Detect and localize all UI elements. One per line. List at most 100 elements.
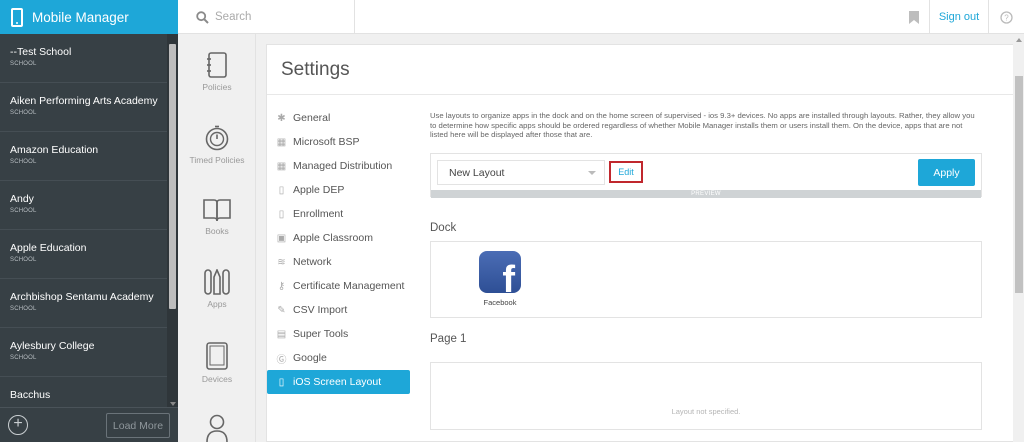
school-sidebar: --Test School SCHOOL Aiken Performing Ar… <box>0 34 178 442</box>
school-item[interactable]: Andy SCHOOL <box>0 181 167 230</box>
layout-description: Use layouts to organize apps in the dock… <box>430 111 975 139</box>
title-divider <box>267 94 1018 95</box>
school-type: SCHOOL <box>10 208 37 214</box>
scroll-up-arrow-icon[interactable] <box>1016 38 1022 42</box>
google-icon: Ⓖ <box>276 354 287 366</box>
section-nav: Policies Timed Policies Books Apps Devic… <box>178 34 256 442</box>
tablet-icon: ▯ <box>278 376 285 388</box>
menu-item-csv-import[interactable]: ✎ CSV Import <box>267 298 410 322</box>
apps-icon <box>204 269 230 295</box>
sidebar-scroll-thumb[interactable] <box>169 44 176 309</box>
school-name: Andy <box>10 193 34 205</box>
menu-item-label: Super Tools <box>293 328 349 340</box>
edit-layout-button[interactable]: Edit <box>609 161 643 183</box>
dock-app[interactable]: f Facebook <box>478 251 522 307</box>
page-scroll-thumb[interactable] <box>1015 76 1023 293</box>
layout-toolbar: New Layout Edit Apply PREVIEW <box>430 153 982 198</box>
nav-apps[interactable]: Apps <box>178 269 256 309</box>
menu-item-managed-distribution[interactable]: ▦ Managed Distribution <box>267 154 410 178</box>
page-title: Settings <box>281 59 350 80</box>
nav-label: Apps <box>207 299 227 309</box>
menu-item-label: CSV Import <box>293 304 348 316</box>
sign-out-link[interactable]: Sign out <box>930 0 989 34</box>
grid-icon: ▦ <box>276 160 287 172</box>
menu-item-certificate-management[interactable]: ⚷ Certificate Management <box>267 274 410 298</box>
menu-item-google[interactable]: Ⓖ Google <box>267 346 410 370</box>
nav-policies[interactable]: Policies <box>178 52 256 92</box>
school-item[interactable]: --Test School SCHOOL <box>0 34 167 83</box>
apply-button[interactable]: Apply <box>918 159 975 186</box>
menu-item-label: Microsoft BSP <box>293 136 360 148</box>
school-item[interactable]: Aiken Performing Arts Academy SCHOOL <box>0 83 167 132</box>
bookmark-button[interactable] <box>898 0 930 34</box>
school-item[interactable]: Aylesbury College SCHOOL <box>0 328 167 377</box>
add-school-button[interactable]: + <box>8 415 28 435</box>
menu-item-label: General <box>293 112 331 124</box>
school-type: SCHOOL <box>10 355 37 361</box>
menu-item-label: Apple Classroom <box>293 232 373 244</box>
school-type: SCHOOL <box>10 61 37 67</box>
school-type: SCHOOL <box>10 257 37 263</box>
menu-item-apple-classroom[interactable]: ▣ Apple Classroom <box>267 226 410 250</box>
page-scrollbar[interactable] <box>1013 34 1024 442</box>
menu-item-super-tools[interactable]: ▤ Super Tools <box>267 322 410 346</box>
scroll-down-arrow-icon[interactable] <box>170 402 176 406</box>
nav-books[interactable]: Books <box>178 198 256 236</box>
chevron-down-icon <box>588 171 596 175</box>
dock-title: Dock <box>430 222 457 234</box>
facebook-icon: f <box>479 251 521 293</box>
search-input[interactable]: Search <box>215 11 251 23</box>
svg-text:?: ? <box>1004 13 1009 22</box>
menu-item-label: Enrollment <box>293 208 344 220</box>
nav-timed-policies[interactable]: Timed Policies <box>178 125 256 165</box>
menu-item-enrollment[interactable]: ▯ Enrollment <box>267 202 410 226</box>
user-icon <box>206 414 228 442</box>
school-list: --Test School SCHOOL Aiken Performing Ar… <box>0 34 178 426</box>
settings-menu: ✱ General ▦ Microsoft BSP ▦ Managed Dist… <box>267 106 410 394</box>
layout-select[interactable]: New Layout <box>437 160 605 185</box>
nav-users[interactable] <box>178 414 256 442</box>
menu-item-microsoft-bsp[interactable]: ▦ Microsoft BSP <box>267 130 410 154</box>
search-icon <box>196 10 209 24</box>
menu-item-network[interactable]: ≋ Network <box>267 250 410 274</box>
sidebar-footer: + Load More <box>0 407 178 442</box>
preview-bar: PREVIEW <box>431 190 981 198</box>
school-item[interactable]: Amazon Education SCHOOL <box>0 132 167 181</box>
page-1-title: Page 1 <box>430 333 467 345</box>
menu-item-label: Apple DEP <box>293 184 345 196</box>
notebook-icon <box>207 52 227 78</box>
menu-item-ios-screen-layout[interactable]: ▯ iOS Screen Layout <box>267 370 410 394</box>
school-type: SCHOOL <box>10 306 37 312</box>
menu-item-label: Certificate Management <box>293 280 405 292</box>
dock-area: f Facebook <box>430 241 982 318</box>
school-type: SCHOOL <box>10 110 37 116</box>
tablet-icon: ▯ <box>278 184 285 196</box>
load-more-button[interactable]: Load More <box>106 413 170 438</box>
school-name: Archbishop Sentamu Academy <box>10 291 154 303</box>
edit-icon: ✎ <box>277 304 286 316</box>
menu-item-apple-dep[interactable]: ▯ Apple DEP <box>267 178 410 202</box>
school-name: Bacchus <box>10 389 51 401</box>
school-name: Aylesbury College <box>10 340 95 352</box>
school-name: --Test School <box>10 46 72 58</box>
nav-devices[interactable]: Devices <box>178 342 256 384</box>
app-brand[interactable]: Mobile Manager <box>0 0 178 34</box>
wifi-icon: ≋ <box>277 256 286 268</box>
menu-item-label: iOS Screen Layout <box>293 376 382 388</box>
tablet-icon <box>206 342 228 370</box>
school-name: Apple Education <box>10 242 87 254</box>
gear-icon: ✱ <box>277 112 286 124</box>
search-bar[interactable]: Search <box>178 0 355 34</box>
toolbox-icon: ▤ <box>276 328 287 340</box>
layout-select-value: New Layout <box>449 166 505 179</box>
plus-icon: + <box>13 415 23 432</box>
menu-item-general[interactable]: ✱ General <box>267 106 410 130</box>
timer-icon <box>205 125 229 151</box>
windows-icon: ▦ <box>276 136 287 148</box>
school-item[interactable]: Apple Education SCHOOL <box>0 230 167 279</box>
nav-label: Devices <box>201 374 233 384</box>
settings-panel: Settings ✱ General ▦ Microsoft BSP ▦ Man… <box>266 44 1019 442</box>
sidebar-scrollbar[interactable] <box>167 34 178 407</box>
help-button[interactable]: ? <box>989 0 1024 34</box>
school-item[interactable]: Archbishop Sentamu Academy SCHOOL <box>0 279 167 328</box>
